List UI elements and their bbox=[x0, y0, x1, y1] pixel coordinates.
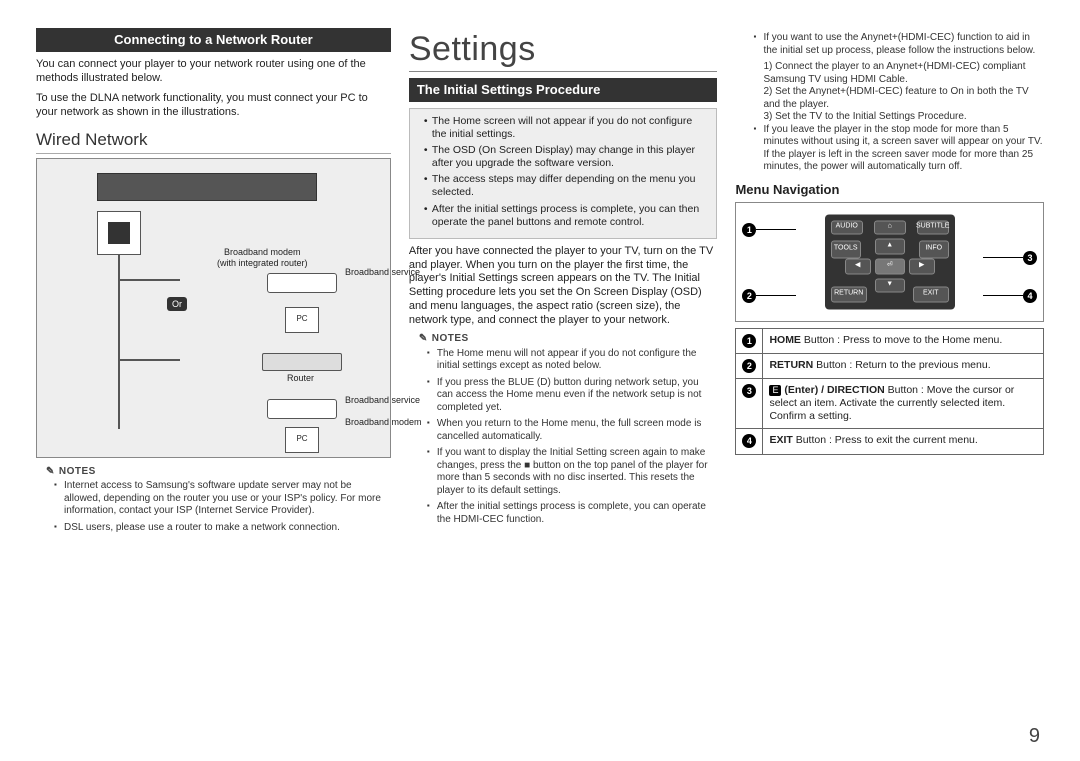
menu-navigation-heading: Menu Navigation bbox=[735, 182, 1044, 198]
tools-btn-icon: TOOLS bbox=[831, 240, 861, 258]
callout-4: 4 bbox=[1023, 289, 1037, 304]
anynet-notes: If you want to use the Anynet+(HDMI-CEC)… bbox=[735, 32, 1044, 57]
notice-item: The OSD (On Screen Display) may change i… bbox=[424, 144, 707, 170]
initial-settings-notice: The Home screen will not appear if you d… bbox=[409, 108, 718, 239]
right-arrow-icon: ▶ bbox=[909, 258, 935, 274]
player-illustration bbox=[97, 173, 317, 201]
cable-line bbox=[118, 255, 120, 429]
menu-navigation-table: 1 HOME HOME Button : Press to move to th… bbox=[735, 328, 1044, 455]
label-router: Router bbox=[287, 373, 314, 384]
left-arrow-icon: ◀ bbox=[845, 258, 871, 274]
info-btn-icon: INFO bbox=[919, 240, 949, 258]
label-broadband-service-2: Broadband service bbox=[345, 395, 420, 406]
pc-top-icon: PC bbox=[285, 307, 319, 333]
down-arrow-icon: ▼ bbox=[875, 278, 905, 292]
note-item: DSL users, please use a router to make a… bbox=[54, 522, 391, 535]
column-right: If you want to use the Anynet+(HDMI-CEC)… bbox=[735, 28, 1044, 538]
screensaver-note: If you leave the player in the stop mode… bbox=[735, 124, 1044, 174]
step-1: 1) Connect the player to an Anynet+(HDMI… bbox=[763, 61, 1044, 86]
notes-list-left: Internet access to Samsung's software up… bbox=[36, 480, 391, 534]
table-row: 1 HOME HOME Button : Press to move to th… bbox=[736, 328, 1044, 353]
or-badge: Or bbox=[167, 299, 187, 310]
settings-title: Settings bbox=[409, 28, 718, 72]
broadband-modem-router-icon bbox=[267, 273, 337, 293]
table-row: 3 E (Enter) / DIRECTION Button : Move th… bbox=[736, 379, 1044, 429]
cable-stub bbox=[120, 279, 180, 281]
label-broadband-modem: Broadband modem bbox=[345, 417, 422, 428]
section-bar-initial: The Initial Settings Procedure bbox=[409, 78, 718, 102]
up-arrow-icon: ▲ bbox=[875, 238, 905, 254]
audio-btn-icon: AUDIO bbox=[831, 220, 863, 234]
initial-settings-body: After you have connected the player to y… bbox=[409, 245, 718, 328]
note-item: When you return to the Home menu, the fu… bbox=[427, 418, 718, 443]
cable-stub bbox=[120, 359, 180, 361]
pc-bottom-icon: PC bbox=[285, 427, 319, 453]
return-btn-icon: RETURN bbox=[831, 286, 867, 302]
note-item: The Home menu will not appear if you do … bbox=[427, 348, 718, 373]
callout-line bbox=[983, 257, 1023, 258]
remote-pad: AUDIO ⌂ SUBTITLE TOOLS INFO ▲ ◀ ⏎ ▶ ▼ RE… bbox=[825, 214, 955, 309]
router-icon bbox=[262, 353, 342, 371]
label-broadband-service-1: Broadband service bbox=[345, 267, 420, 278]
network-diagram: Broadband modem (with integrated router)… bbox=[36, 158, 391, 458]
notes-list-mid: The Home menu will not appear if you do … bbox=[409, 348, 718, 527]
anynet-steps: 1) Connect the player to an Anynet+(HDMI… bbox=[735, 61, 1044, 124]
callout-line bbox=[983, 295, 1023, 296]
note-item: If you leave the player in the stop mode… bbox=[753, 124, 1044, 174]
step-3: 3) Set the TV to the Initial Settings Pr… bbox=[763, 111, 1044, 124]
row-desc: RETURN Button : Return to the previous m… bbox=[763, 353, 1044, 378]
row-desc: HOME HOME Button : Press to move to the … bbox=[763, 328, 1044, 353]
notes-heading-left: NOTES bbox=[46, 466, 391, 479]
note-item: If you press the BLUE (D) button during … bbox=[427, 377, 718, 415]
note-item: If you want to display the Initial Setti… bbox=[427, 447, 718, 497]
row-desc: E (Enter) / DIRECTION Button : Move the … bbox=[763, 379, 1044, 429]
intro-1: You can connect your player to your netw… bbox=[36, 58, 391, 86]
section-bar-connecting: Connecting to a Network Router bbox=[36, 28, 391, 52]
label-bm-router: Broadband modem (with integrated router) bbox=[217, 247, 308, 270]
column-middle: Settings The Initial Settings Procedure … bbox=[409, 28, 718, 538]
home-btn-icon: ⌂ bbox=[874, 220, 906, 234]
table-row: 2 RETURN Button : Return to the previous… bbox=[736, 353, 1044, 378]
wired-network-heading: Wired Network bbox=[36, 129, 391, 153]
intro-2: To use the DLNA network functionality, y… bbox=[36, 92, 391, 120]
exit-btn-icon: EXIT bbox=[913, 286, 949, 302]
page-content: Connecting to a Network Router You can c… bbox=[36, 28, 1044, 538]
notice-item: The access steps may differ depending on… bbox=[424, 173, 707, 199]
notes-heading-mid: NOTES bbox=[419, 333, 718, 346]
row-num: 3 bbox=[736, 379, 763, 429]
callout-1: 1 bbox=[742, 223, 756, 238]
notice-item: The Home screen will not appear if you d… bbox=[424, 115, 707, 141]
row-num: 4 bbox=[736, 429, 763, 454]
callout-3: 3 bbox=[1023, 251, 1037, 266]
ethernet-port-icon bbox=[97, 211, 141, 255]
callout-2: 2 bbox=[742, 289, 756, 304]
remote-diagram: AUDIO ⌂ SUBTITLE TOOLS INFO ▲ ◀ ⏎ ▶ ▼ RE… bbox=[735, 202, 1044, 322]
step-2: 2) Set the Anynet+(HDMI-CEC) feature to … bbox=[763, 86, 1044, 111]
table-row: 4 EXIT Button : Press to exit the curren… bbox=[736, 429, 1044, 454]
note-item: If you want to use the Anynet+(HDMI-CEC)… bbox=[753, 32, 1044, 57]
notice-item: After the initial settings process is co… bbox=[424, 203, 707, 229]
note-item: Internet access to Samsung's software up… bbox=[54, 480, 391, 518]
row-num: 2 bbox=[736, 353, 763, 378]
page-number: 9 bbox=[1029, 724, 1040, 749]
row-desc: EXIT Button : Press to exit the current … bbox=[763, 429, 1044, 454]
broadband-modem-icon bbox=[267, 399, 337, 419]
callout-line bbox=[756, 295, 796, 296]
column-left: Connecting to a Network Router You can c… bbox=[36, 28, 391, 538]
subtitle-btn-icon: SUBTITLE bbox=[917, 220, 949, 234]
row-num: 1 bbox=[736, 328, 763, 353]
enter-btn-icon: ⏎ bbox=[875, 258, 905, 274]
note-item: After the initial settings process is co… bbox=[427, 501, 718, 526]
callout-line bbox=[756, 229, 796, 230]
